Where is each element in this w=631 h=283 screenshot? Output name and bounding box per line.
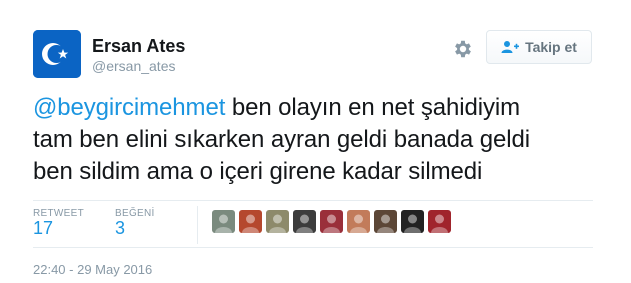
follow-button-label: Takip et — [525, 39, 577, 55]
divider-top — [33, 200, 593, 201]
display-name[interactable]: Ersan Ates — [92, 36, 185, 57]
tweet-text: @beygircimehmet ben olayın en net şahidi… — [33, 92, 613, 188]
gear-icon[interactable] — [452, 38, 474, 60]
tweet-line-1: @beygircimehmet ben olayın en net şahidi… — [33, 92, 613, 124]
person-avatar-icon[interactable] — [239, 210, 262, 233]
person-avatar-icon[interactable] — [428, 210, 451, 233]
stats-separator — [197, 206, 198, 244]
tweet-line-2: tam ben elini sıkarken ayran geldi banad… — [33, 126, 530, 153]
person-avatar-icon[interactable] — [401, 210, 424, 233]
user-handle[interactable]: @ersan_ates — [92, 58, 175, 74]
profile-avatar[interactable] — [33, 30, 81, 78]
liker-avatars — [212, 210, 451, 233]
like-count[interactable]: 3 — [115, 218, 125, 239]
flag-avatar-icon — [33, 30, 81, 78]
person-avatar-icon[interactable] — [266, 210, 289, 233]
follow-button[interactable]: Takip et — [486, 30, 592, 64]
mention-link[interactable]: @beygircimehmet — [33, 94, 225, 121]
person-avatar-icon[interactable] — [347, 210, 370, 233]
person-avatar-icon[interactable] — [293, 210, 316, 233]
divider-bottom — [33, 247, 593, 248]
person-avatar-icon[interactable] — [212, 210, 235, 233]
tweet-timestamp[interactable]: 22:40 - 29 May 2016 — [33, 262, 152, 277]
person-avatar-icon[interactable] — [374, 210, 397, 233]
add-user-icon — [501, 41, 520, 53]
tweet-line-3: ben sildim ama o içeri girene kadar silm… — [33, 158, 483, 185]
tweet-line-1-text: ben olayın en net şahidiyim — [225, 94, 520, 121]
person-avatar-icon[interactable] — [320, 210, 343, 233]
retweet-count[interactable]: 17 — [33, 218, 53, 239]
